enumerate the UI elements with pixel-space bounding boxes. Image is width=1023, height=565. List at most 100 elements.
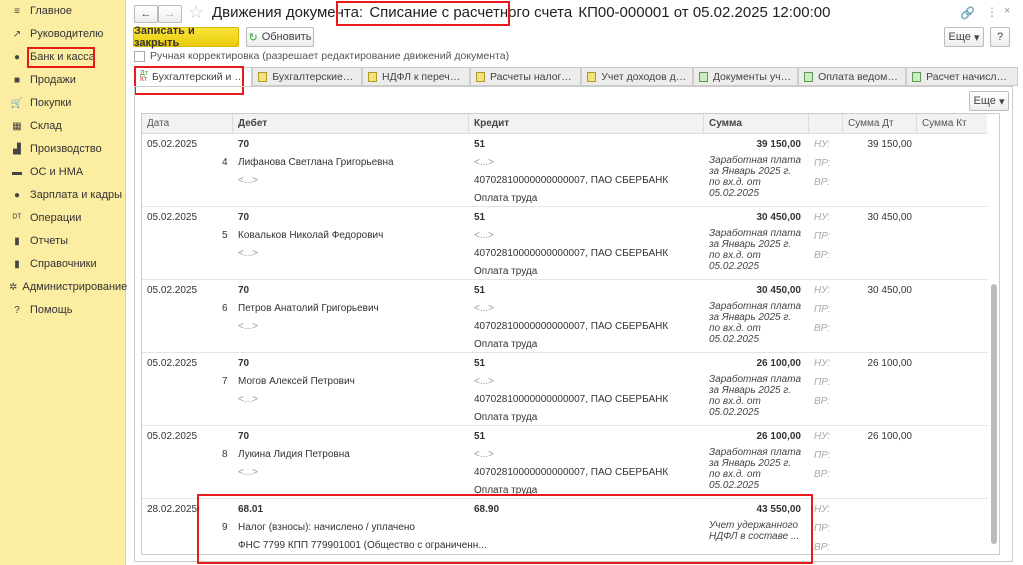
vertical-scrollbar[interactable] (990, 126, 998, 546)
table-row[interactable]: 05.02.2025 8 70 Лукина Лидия Петровна <.… (142, 426, 987, 499)
col-sum-kt[interactable]: Сумма Кт (917, 114, 987, 134)
cell-debit-subconto2: <...> (238, 394, 259, 405)
tab[interactable]: Расчет начислени... (906, 67, 1018, 86)
sidebar-item[interactable]: ↗ Руководителю (0, 23, 126, 45)
cell-sum: 30 450,00 (756, 212, 802, 223)
tab[interactable]: Бухгалтерские вз... (252, 67, 362, 86)
sidebar-item[interactable]: ▬ ОС и НМА (0, 161, 126, 183)
cell-debit-account: 70 (238, 431, 250, 442)
manual-correction[interactable]: Ручная корректировка (разрешает редактир… (134, 50, 509, 62)
cell-sum-dt: 26 100,00 (867, 358, 913, 369)
cell-credit-account: 51 (474, 358, 486, 369)
col-debit[interactable]: Дебет (233, 114, 469, 134)
sidebar-item[interactable]: ≡ Главное (0, 0, 126, 22)
sidebar-item[interactable]: ᴰᵀ Операции (0, 207, 126, 229)
cell-sum: 26 100,00 (756, 431, 802, 442)
cell-line-number: 9 (222, 522, 228, 533)
favorite-star-icon[interactable]: ☆ (188, 2, 204, 23)
refresh-button[interactable]: ↻ Обновить (246, 27, 314, 47)
label-nu: НУ: (814, 285, 831, 296)
forward-button[interactable]: → (158, 5, 182, 23)
table-row[interactable]: 05.02.2025 5 70 Ковальков Николай Федоро… (142, 207, 987, 280)
sidebar-item-label: Банк и касса (30, 51, 95, 63)
sidebar-item[interactable]: ✲ Администрирование (0, 276, 127, 298)
sidebar-item[interactable]: ▟ Производство (0, 138, 126, 160)
sidebar-item-label: Производство (30, 143, 102, 155)
tab[interactable]: Дт Кт Бухгалтерский и н... (134, 67, 252, 87)
label-vr: ВР: (814, 323, 831, 334)
dtkt-icon: Дт Кт (140, 70, 148, 83)
sidebar-item[interactable]: ? Помощь (0, 299, 126, 321)
cell-debit-subconto1: Налог (взносы): начислено / уплачено (238, 522, 415, 533)
close-icon[interactable]: × (1004, 5, 1010, 17)
trend-icon: ↗ (12, 28, 22, 40)
tab-label: Учет доходов для... (601, 70, 687, 83)
help-button[interactable]: ? (990, 27, 1010, 47)
person-icon: ● (13, 189, 21, 201)
table-row[interactable]: 05.02.2025 7 70 Могов Алексей Петрович <… (142, 353, 987, 426)
book-icon: ▮ (14, 258, 20, 270)
title-doc: Списание с расчетного счета (369, 4, 573, 21)
sidebar-item-label: Зарплата и кадры (30, 189, 123, 201)
back-button[interactable]: ← (134, 5, 158, 23)
link-icon[interactable]: 🔗 (960, 6, 975, 20)
sidebar-item[interactable]: ▮ Справочники (0, 253, 126, 275)
refresh-icon: ↻ (248, 31, 258, 44)
label-nu: НУ: (814, 212, 831, 223)
cell-debit-subconto2: <...> (238, 321, 259, 332)
tab[interactable]: Оплата ведомост... (798, 67, 906, 86)
sidebar-item[interactable]: ● Банк и касса (0, 46, 126, 68)
cell-credit-subconto3: Оплата труда (474, 193, 538, 204)
cell-debit-subconto2: <...> (238, 248, 259, 259)
table-row[interactable]: 28.02.2025 9 68.01 Налог (взносы): начис… (142, 499, 987, 554)
tab[interactable]: НДФЛ к перечисл... (362, 67, 470, 86)
cell-sum: 26 100,00 (756, 358, 802, 369)
cell-content: Заработная плата за Январь 2025 г. по вх… (709, 301, 802, 345)
register-icon (804, 71, 814, 82)
table-row[interactable]: 05.02.2025 4 70 Лифанова Светлана Григор… (142, 134, 987, 207)
sidebar-item[interactable]: ● Зарплата и кадры (0, 184, 126, 206)
cell-sum-dt: 26 100,00 (867, 431, 913, 442)
cell-credit-subconto3: Оплата труда (474, 339, 538, 350)
tab-label: Бухгалтерский и н... (151, 71, 246, 83)
tab[interactable]: Расчеты налогопл... (470, 67, 581, 86)
sidebar-item[interactable]: ▮ Отчеты (0, 230, 126, 252)
page-title: Движения документа: Списание с расчетног… (212, 4, 830, 21)
label-vr: ВР: (814, 250, 831, 261)
col-sum[interactable]: Сумма (704, 114, 809, 134)
more-button[interactable]: Еще ▾ (944, 27, 984, 47)
col-credit[interactable]: Кредит (469, 114, 704, 134)
label-pr: ПР: (814, 523, 831, 534)
tab[interactable]: Документы учтен... (693, 67, 798, 86)
col-sum-dt[interactable]: Сумма Дт (843, 114, 917, 134)
save-close-button[interactable]: Записать и закрыть (133, 25, 239, 49)
register-icon (476, 71, 485, 82)
cell-line-number: 6 (222, 303, 228, 314)
scrollbar-thumb[interactable] (991, 284, 997, 544)
sidebar-item[interactable]: ▦ Склад (0, 115, 126, 137)
more-vertical-icon[interactable]: ⋮ (986, 5, 998, 19)
sidebar-item-label: Помощь (30, 304, 73, 316)
sidebar-item[interactable]: 🛒 Покупки (0, 92, 126, 114)
manual-correction-checkbox[interactable] (134, 50, 145, 62)
cell-credit-account: 51 (474, 285, 486, 296)
sidebar-item-label: Покупки (30, 97, 72, 109)
cell-debit-subconto1: Ковальков Николай Федорович (238, 230, 384, 241)
cell-debit-subconto1: Петров Анатолий Григорьевич (238, 303, 379, 314)
cell-debit-account: 70 (238, 139, 250, 150)
cell-date: 05.02.2025 (147, 431, 198, 442)
tab[interactable]: Учет доходов для... (581, 67, 693, 86)
col-date[interactable]: Дата (142, 114, 233, 134)
more-label: Еще (948, 31, 971, 43)
cell-date: 05.02.2025 (147, 358, 198, 369)
grid-more-button[interactable]: Еще ▾ (969, 91, 1009, 111)
sidebar-item[interactable]: ■ Продажи (0, 69, 126, 91)
cell-date: 05.02.2025 (147, 212, 198, 223)
cell-debit-subconto2: <...> (238, 467, 259, 478)
menu-icon: ≡ (14, 5, 20, 17)
cell-credit-account: 68.90 (474, 504, 500, 515)
cell-line-number: 5 (222, 230, 228, 241)
sidebar-item-label: Справочники (30, 258, 97, 270)
truck-icon: ▬ (12, 166, 22, 178)
table-row[interactable]: 05.02.2025 6 70 Петров Анатолий Григорье… (142, 280, 987, 353)
